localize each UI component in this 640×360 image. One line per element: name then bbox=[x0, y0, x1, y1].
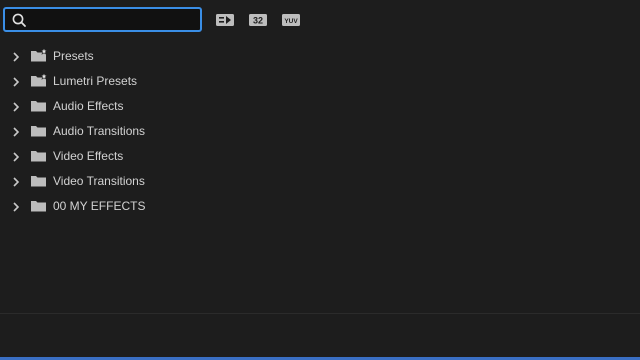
chevron-right-icon[interactable] bbox=[10, 150, 22, 162]
tree-item-video-transitions[interactable]: Video Transitions bbox=[0, 168, 640, 193]
preset-folder-icon bbox=[30, 47, 48, 63]
tree-item-label: Video Transitions bbox=[53, 174, 145, 188]
accelerated-effects-icon bbox=[216, 14, 234, 26]
32-bit-label: 32 bbox=[253, 16, 263, 26]
yuv-effects-icon: YUV bbox=[282, 14, 300, 26]
accelerated-effects-button[interactable] bbox=[215, 12, 235, 28]
yuv-effects-button[interactable]: YUV bbox=[281, 12, 301, 28]
tree-item-label: Audio Effects bbox=[53, 99, 124, 113]
tree-item-audio-transitions[interactable]: Audio Transitions bbox=[0, 118, 640, 143]
tree-item-label: Audio Transitions bbox=[53, 124, 146, 138]
chevron-right-icon[interactable] bbox=[10, 75, 22, 87]
chevron-right-icon[interactable] bbox=[10, 50, 22, 62]
tree-item-my-effects[interactable]: 00 MY EFFECTS bbox=[0, 193, 640, 218]
search-field[interactable] bbox=[3, 7, 202, 32]
panel-divider bbox=[0, 313, 640, 314]
folder-icon bbox=[30, 173, 48, 188]
chevron-right-icon[interactable] bbox=[10, 175, 22, 187]
tree-item-video-effects[interactable]: Video Effects bbox=[0, 143, 640, 168]
search-icon bbox=[11, 12, 27, 28]
32-bit-color-icon: 32 bbox=[249, 14, 267, 26]
yuv-label: YUV bbox=[284, 18, 298, 25]
folder-icon bbox=[30, 148, 48, 163]
tree-item-audio-effects[interactable]: Audio Effects bbox=[0, 93, 640, 118]
chevron-right-icon[interactable] bbox=[10, 200, 22, 212]
effects-tree: Presets Lumetri Presets Audio Effects Au… bbox=[0, 43, 640, 218]
folder-icon bbox=[30, 198, 48, 213]
search-input[interactable] bbox=[27, 10, 195, 29]
effects-panel: 32 YUV Presets Lumetri Presets Audio Eff… bbox=[0, 0, 640, 360]
tree-item-label: Presets bbox=[53, 49, 94, 63]
tree-item-label: 00 MY EFFECTS bbox=[53, 199, 146, 213]
tree-item-label: Lumetri Presets bbox=[53, 74, 138, 88]
effects-toolbar: 32 YUV bbox=[0, 0, 640, 40]
32-bit-color-button[interactable]: 32 bbox=[248, 12, 268, 28]
folder-icon bbox=[30, 123, 48, 138]
chevron-right-icon[interactable] bbox=[10, 100, 22, 112]
preset-folder-icon bbox=[30, 72, 48, 88]
chevron-right-icon[interactable] bbox=[10, 125, 22, 137]
folder-icon bbox=[30, 98, 48, 113]
tree-item-presets[interactable]: Presets bbox=[0, 43, 640, 68]
tree-item-label: Video Effects bbox=[53, 149, 124, 163]
tree-item-lumetri-presets[interactable]: Lumetri Presets bbox=[0, 68, 640, 93]
